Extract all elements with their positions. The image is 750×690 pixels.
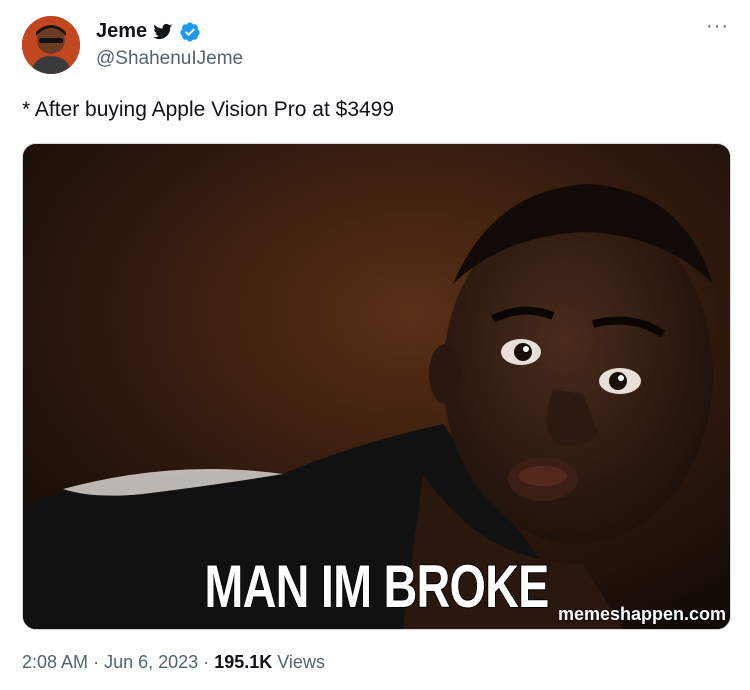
- tweet-time[interactable]: 2:08 AM: [22, 652, 88, 672]
- tweet-media[interactable]: MAN IM BROKE memeshappen.com: [22, 143, 731, 630]
- meme-watermark: memeshappen.com: [557, 604, 726, 625]
- more-options-icon[interactable]: ···: [706, 16, 729, 36]
- tweet-text: * After buying Apple Vision Pro at $3499: [22, 98, 395, 121]
- author-handle[interactable]: @ShahenuIJeme: [96, 48, 243, 70]
- views-label: Views: [277, 652, 325, 672]
- twitter-bird-icon: [153, 23, 173, 39]
- meta-separator: ·: [203, 652, 210, 672]
- views-count: 195.1K: [214, 652, 273, 672]
- author-name[interactable]: Jeme: [96, 20, 147, 43]
- meta-separator: ·: [93, 652, 100, 672]
- author-name-row: Jeme: [96, 20, 201, 43]
- avatar-image: [22, 16, 80, 74]
- author-avatar[interactable]: [22, 16, 80, 74]
- tweet-meta: 2:08 AM · Jun 6, 2023 · 195.1K Views: [22, 652, 325, 673]
- verified-badge-icon: [180, 21, 200, 42]
- tweet-date[interactable]: Jun 6, 2023: [104, 652, 198, 672]
